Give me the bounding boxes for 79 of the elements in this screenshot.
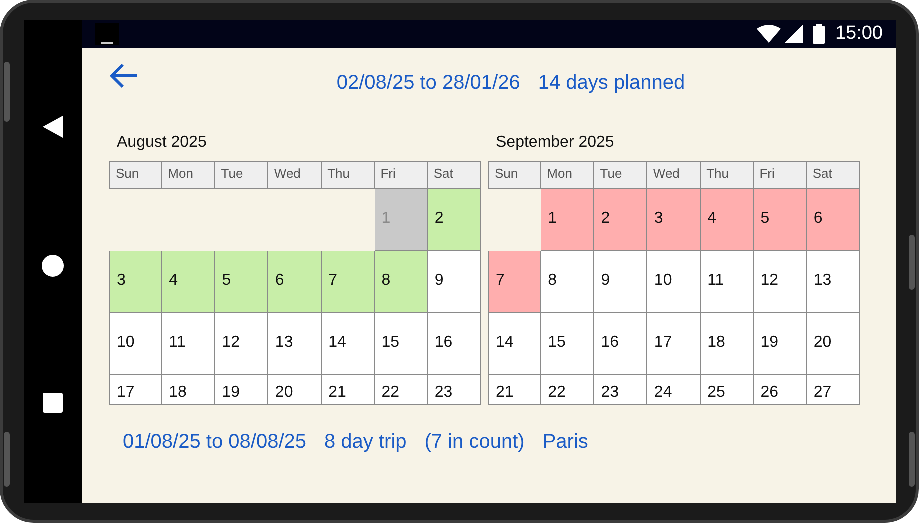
weekday-header: Wed: [646, 161, 701, 189]
day-cell[interactable]: 15: [374, 313, 428, 375]
day-cell[interactable]: 3: [109, 251, 162, 313]
day-cell[interactable]: 4: [162, 251, 216, 313]
day-cell[interactable]: 9: [594, 251, 648, 313]
day-cell[interactable]: 26: [754, 375, 807, 405]
day-cell[interactable]: 4: [700, 189, 754, 251]
day-cell[interactable]: 21: [488, 375, 542, 405]
day-cell[interactable]: 16: [428, 313, 481, 375]
day-cell[interactable]: 18: [162, 375, 216, 405]
trip-info: Paris: [542, 430, 588, 455]
weekday-header: Mon: [540, 161, 594, 189]
day-cell[interactable]: 14: [322, 313, 375, 375]
day-cell[interactable]: 27: [806, 375, 860, 405]
day-cell[interactable]: 16: [594, 313, 648, 375]
trip-info: 01/08/25 to 08/08/25: [123, 430, 306, 455]
day-cell[interactable]: 3: [647, 189, 701, 251]
day-cell[interactable]: 20: [268, 375, 322, 405]
day-cell[interactable]: 9: [428, 251, 481, 313]
battery-icon: [813, 24, 826, 44]
date-range: 02/08/25 to 28/01/26: [336, 71, 520, 96]
day-cell[interactable]: 22: [541, 375, 594, 405]
weekday-header: Thu: [700, 161, 754, 189]
status-time: 15:00: [835, 22, 883, 46]
day-cell[interactable]: 7: [322, 251, 375, 313]
month-title: September 2025: [495, 133, 614, 153]
trip-info: 8 day trip: [324, 430, 407, 455]
day-cell[interactable]: 10: [109, 313, 162, 375]
day-cell[interactable]: 7: [488, 251, 542, 313]
day-cell[interactable]: 21: [322, 375, 375, 405]
day-cell[interactable]: 23: [428, 375, 481, 405]
planned-summary: 14 days planned: [538, 71, 686, 96]
weekday-header: Mon: [161, 161, 216, 189]
day-cell[interactable]: 5: [215, 251, 268, 313]
day-cell[interactable]: 13: [806, 251, 860, 313]
day-cell[interactable]: 1: [541, 189, 594, 251]
day-cell[interactable]: 8: [541, 251, 594, 313]
day-cell[interactable]: 12: [754, 251, 807, 313]
day-cell[interactable]: 19: [754, 313, 807, 375]
weekday-header: Tue: [593, 161, 648, 189]
back-icon[interactable]: [43, 116, 63, 138]
day-cell[interactable]: 25: [700, 375, 754, 405]
day-cell[interactable]: 18: [700, 313, 754, 375]
signal-icon: [785, 25, 804, 43]
back-arrow-icon[interactable]: [109, 63, 139, 89]
day-cell[interactable]: 2: [428, 189, 481, 251]
notification-icon: [95, 23, 119, 45]
day-cell[interactable]: 11: [700, 251, 754, 313]
day-cell[interactable]: 24: [647, 375, 701, 405]
day-cell[interactable]: 17: [647, 313, 701, 375]
weekday-header: Wed: [267, 161, 322, 189]
wifi-icon: [757, 25, 782, 43]
day-cell[interactable]: 19: [215, 375, 268, 405]
day-cell[interactable]: 15: [541, 313, 594, 375]
weekday-header: Sat: [426, 161, 481, 189]
day-cell[interactable]: 10: [647, 251, 701, 313]
day-cell[interactable]: 8: [374, 251, 428, 313]
day-cell[interactable]: 17: [109, 375, 162, 405]
day-cell[interactable]: 11: [162, 313, 216, 375]
home-icon[interactable]: [42, 254, 64, 276]
day-cell[interactable]: 22: [374, 375, 428, 405]
month-title: August 2025: [116, 133, 207, 153]
weekday-header: Thu: [320, 161, 375, 189]
day-cell[interactable]: 14: [488, 313, 542, 375]
weekday-header: Sat: [806, 161, 860, 189]
day-cell[interactable]: 6: [806, 189, 860, 251]
day-cell[interactable]: 2: [594, 189, 648, 251]
trip-info: (7 in count): [424, 430, 525, 455]
day-cell[interactable]: 6: [268, 251, 322, 313]
day-cell[interactable]: 12: [215, 313, 268, 375]
weekday-header: Fri: [752, 161, 807, 189]
day-cell[interactable]: 5: [754, 189, 807, 251]
weekday-header: Sun: [488, 161, 542, 189]
day-cell[interactable]: 20: [806, 313, 860, 375]
weekday-header: Fri: [374, 161, 428, 189]
day-cell[interactable]: 23: [594, 375, 648, 405]
weekday-header: Tue: [214, 161, 268, 189]
weekday-header: Sun: [109, 161, 162, 189]
day-cell[interactable]: 13: [268, 313, 322, 375]
